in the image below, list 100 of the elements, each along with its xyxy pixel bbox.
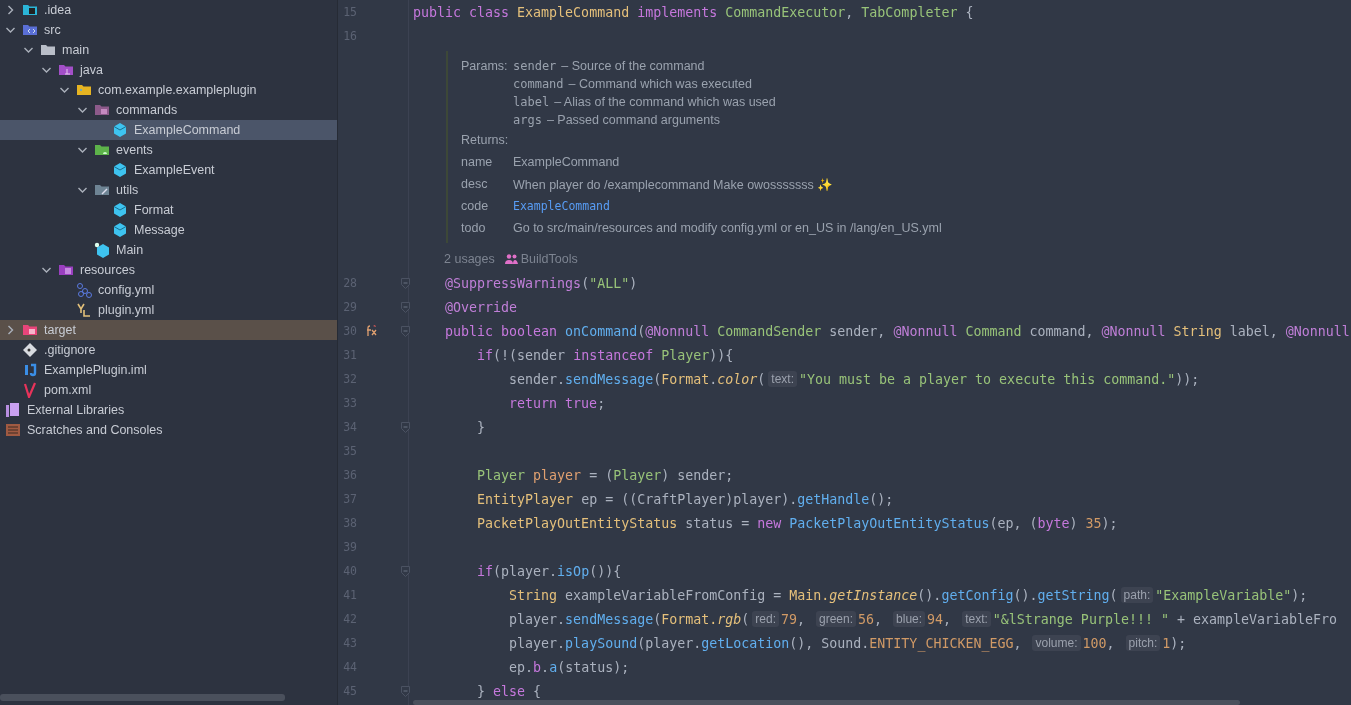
fold-marker-icon[interactable] <box>400 685 410 697</box>
code-text: public boolean onCommand(@Nonnull CommandSender sender, @Nonnull Command command, @Nonnull String label, @Nonnull <box>444 323 1350 339</box>
code-text: @SuppressWarnings("ALL") <box>444 275 638 291</box>
chevron-down-icon[interactable] <box>23 45 34 55</box>
doc-label: Params: <box>461 59 509 73</box>
tree-item[interactable]: Format <box>0 200 337 220</box>
parameter-hint: text: <box>962 611 991 627</box>
chevron-down-icon[interactable] <box>77 105 88 115</box>
class-icon <box>112 222 128 238</box>
tag-label: name <box>461 155 494 169</box>
libraries-icon <box>5 402 21 418</box>
chevron-right-icon[interactable] <box>5 325 16 335</box>
chevron-down-icon[interactable] <box>59 85 70 95</box>
folder-icon <box>76 82 92 98</box>
code-text: String exampleVariableFromConfig = Main.getInstance().getConfig().getString( <box>508 587 1118 603</box>
tree-item[interactable]: main <box>0 40 337 60</box>
tree-item[interactable]: Message <box>0 220 337 240</box>
param-description: – Command which was executed <box>568 77 752 91</box>
tag-value: When player do /examplecommand Make owosssssss ✨ <box>513 176 834 192</box>
code-text: PacketPlayOutEntityStatus status = new PacketPlayOutEntityStatus(ep, (byte) 35); <box>476 515 1118 531</box>
code-text: if(!(sender instanceof Player)){ <box>476 347 734 363</box>
folder-icon <box>94 182 110 198</box>
tree-item[interactable]: src <box>0 20 337 40</box>
parameter-hint: blue: <box>893 611 926 627</box>
code-text: } else { <box>476 683 542 699</box>
fold-marker-icon[interactable] <box>400 277 410 289</box>
parameter-hint: pitch: <box>1125 635 1161 651</box>
tag-label: todo <box>461 221 487 235</box>
code-text: 79, <box>780 611 806 627</box>
doc-label: Returns: <box>461 133 509 147</box>
parameter-hint: green: <box>816 611 857 627</box>
chevron-down-icon[interactable] <box>5 25 16 35</box>
tree-item[interactable]: ExamplePlugin.iml <box>0 360 337 380</box>
tree-item[interactable]: plugin.yml <box>0 300 337 320</box>
code-text: "ExampleVariable"); <box>1155 587 1308 603</box>
param-name: command <box>513 77 564 91</box>
tree-item[interactable]: config.yml <box>0 280 337 300</box>
scrollbar-thumb[interactable] <box>0 694 285 701</box>
code-text: sender.sendMessage(Format.color( <box>508 371 766 387</box>
maven-icon <box>22 382 38 398</box>
code-link[interactable]: ExampleCommand <box>513 199 610 213</box>
folder-icon <box>22 322 38 338</box>
code-text: return true; <box>508 395 606 411</box>
code-text: Player player = (Player) sender; <box>476 467 734 483</box>
folder-icon <box>58 62 74 78</box>
code-text: if(player.isOp()){ <box>476 563 622 579</box>
tree-item[interactable]: utils <box>0 180 337 200</box>
tag-label: desc <box>461 177 489 191</box>
scratches-icon <box>5 422 21 438</box>
folder-icon <box>58 262 74 278</box>
param-description: – Source of the command <box>561 59 705 73</box>
folder-icon <box>94 142 110 158</box>
tag-value: Go to src/main/resources and modify config.yml or en_US in /lang/en_US.yml <box>513 221 942 235</box>
chevron-down-icon[interactable] <box>41 265 52 275</box>
tree-item[interactable]: External Libraries <box>0 400 337 420</box>
tree-item[interactable]: ExampleEvent <box>0 160 337 180</box>
param-name: args <box>513 113 542 127</box>
fold-marker-icon[interactable] <box>400 301 410 313</box>
scrollbar-thumb[interactable] <box>413 700 1240 705</box>
tree-item[interactable]: target <box>0 320 337 340</box>
parameter-hint: red: <box>752 611 779 627</box>
tree-item[interactable]: java <box>0 60 337 80</box>
tag-value: ExampleCommand <box>513 155 620 169</box>
code-text: 1); <box>1162 635 1187 651</box>
chevron-down-icon[interactable] <box>77 185 88 195</box>
tag-label: code <box>461 199 490 213</box>
class-icon <box>112 122 128 138</box>
chevron-down-icon[interactable] <box>77 145 88 155</box>
chevron-down-icon[interactable] <box>41 65 52 75</box>
parameter-hint: text: <box>768 371 797 387</box>
tree-item[interactable]: resources <box>0 260 337 280</box>
code-text: "You must be a player to execute this command.")); <box>799 371 1200 387</box>
tree-item[interactable]: commands <box>0 100 337 120</box>
code-text: "&lStrange Purple!!! " + exampleVariableFro <box>992 611 1338 627</box>
implements-marker-icon[interactable] <box>366 325 377 337</box>
file-icon <box>22 362 38 378</box>
tree-item[interactable]: com.example.exampleplugin <box>0 80 337 100</box>
code-text: } <box>476 419 486 435</box>
folder-icon <box>22 22 38 38</box>
code-text: EntityPlayer ep = ((CraftPlayer)player).getHandle(); <box>476 491 894 507</box>
code-text: 94, <box>927 611 953 627</box>
tree-item[interactable]: ExampleCommand <box>0 120 337 140</box>
yaml-file-icon <box>76 302 92 318</box>
folder-icon <box>40 42 56 58</box>
tree-item[interactable]: Scratches and Consoles <box>0 420 337 440</box>
tree-item[interactable]: Main <box>0 240 337 260</box>
chevron-right-icon[interactable] <box>5 5 16 15</box>
param-description: – Alias of the command which was used <box>554 95 776 109</box>
fold-marker-icon[interactable] <box>400 421 410 433</box>
class-icon <box>112 162 128 178</box>
code-text: player.playSound(player.getLocation(), Sound.ENTITY_CHICKEN_EGG, <box>508 635 1023 651</box>
fold-marker-icon[interactable] <box>400 325 410 337</box>
fold-marker-icon[interactable] <box>400 565 410 577</box>
param-name: sender <box>513 59 557 73</box>
tree-item[interactable]: events <box>0 140 337 160</box>
tree-item[interactable]: .idea <box>0 0 337 20</box>
code-text: player.sendMessage(Format.rgb( <box>508 611 750 627</box>
tree-item[interactable]: pom.xml <box>0 380 337 400</box>
tree-item[interactable]: .gitignore <box>0 340 337 360</box>
code-text: 100, <box>1082 635 1116 651</box>
